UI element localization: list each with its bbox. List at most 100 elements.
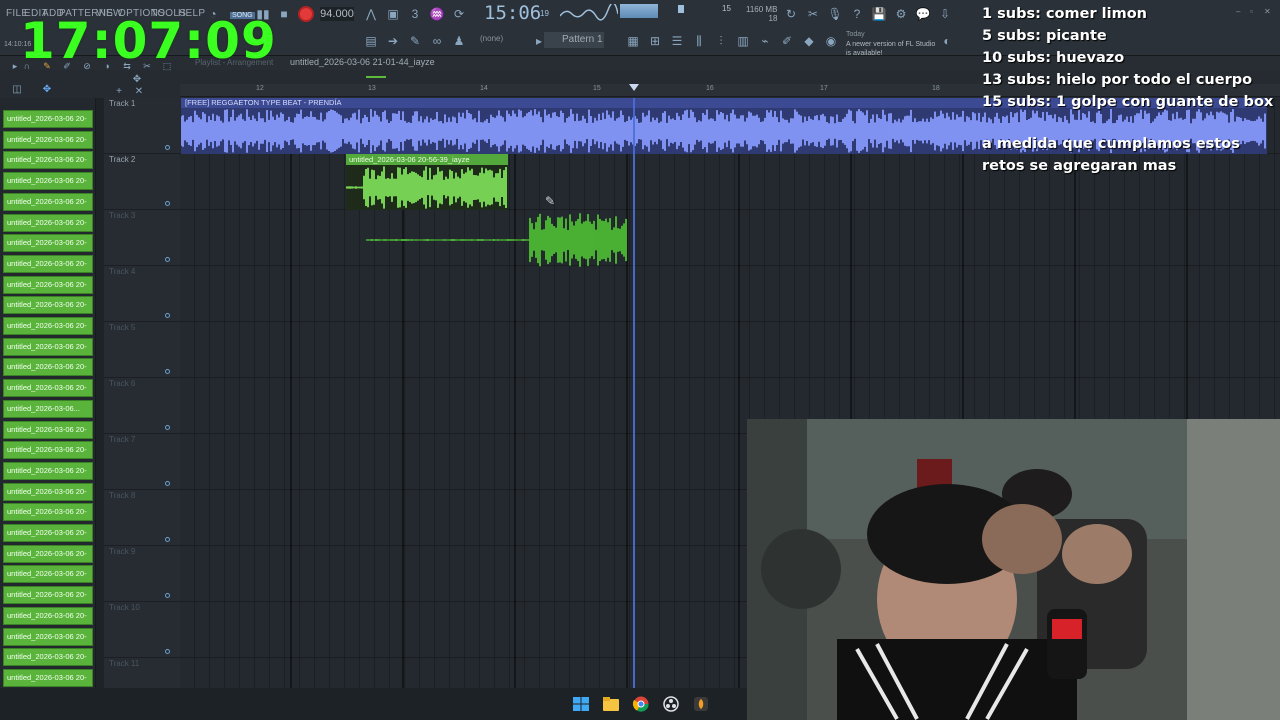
track-header[interactable]: Track 8: [104, 490, 180, 546]
track-mute-led[interactable]: [165, 257, 170, 262]
track-header[interactable]: Track 5: [104, 322, 180, 378]
loop-record-icon[interactable]: ⟳: [450, 6, 468, 22]
picker-audio-icon[interactable]: ◫: [8, 82, 26, 98]
link-icon[interactable]: ∞: [428, 33, 446, 49]
pattern-select[interactable]: Pattern 1: [544, 32, 604, 48]
picker-item[interactable]: untitled_2026-03-06 20-: [3, 379, 93, 398]
playhead[interactable]: [633, 98, 635, 688]
chrome-icon[interactable]: [632, 696, 650, 712]
obs-icon[interactable]: [662, 696, 680, 712]
countdown-icon[interactable]: 3: [406, 6, 424, 22]
picker-item[interactable]: untitled_2026-03-06 20-: [3, 627, 93, 646]
record-button[interactable]: [298, 6, 314, 22]
picker-item[interactable]: untitled_2026-03-06 20-: [3, 503, 93, 522]
picker-item[interactable]: untitled_2026-03-06 20-: [3, 275, 93, 294]
picker-item[interactable]: untitled_2026-03-06 20-: [3, 565, 93, 584]
track-mute-led[interactable]: [165, 481, 170, 486]
wait-input-icon[interactable]: ▣: [384, 6, 402, 22]
mixer-cut-icon[interactable]: ✂: [804, 6, 822, 22]
snap-select[interactable]: (none): [480, 34, 503, 43]
audio-clip-vocal-2[interactable]: [365, 212, 628, 268]
picker-item[interactable]: untitled_2026-03-06 20-: [3, 337, 93, 356]
master-volume-icon[interactable]: [678, 5, 684, 13]
track-mute-led[interactable]: [165, 313, 170, 318]
playlist-icon[interactable]: ▦: [624, 33, 642, 49]
metronome-icon[interactable]: ⋀: [362, 6, 380, 22]
scroll-overview[interactable]: [366, 76, 386, 78]
track-mute-led[interactable]: [165, 537, 170, 542]
picker-item[interactable]: untitled_2026-03-06 20-: [3, 213, 93, 232]
picker-item[interactable]: untitled_2026-03-06 20-: [3, 648, 93, 667]
picker-item[interactable]: untitled_2026-03-06 20-: [3, 544, 93, 563]
picker-item[interactable]: untitled_2026-03-06 20-: [3, 420, 93, 439]
track-header[interactable]: Track 6: [104, 378, 180, 434]
picker-item[interactable]: untitled_2026-03-06 20-: [3, 606, 93, 625]
track-mute-led[interactable]: [165, 649, 170, 654]
picker-item[interactable]: untitled_2026-03-06 20-: [3, 234, 93, 253]
download-icon[interactable]: ⇩: [936, 6, 954, 22]
picker-item[interactable]: untitled_2026-03-06 20-: [3, 668, 93, 687]
tempo-tap-icon[interactable]: ⫶: [712, 33, 730, 49]
track-header[interactable]: Track 9: [104, 546, 180, 602]
picker-item[interactable]: untitled_2026-03-06 20-: [3, 151, 93, 170]
track-header[interactable]: Track 10: [104, 602, 180, 658]
plugin-icon[interactable]: ⚙: [892, 6, 910, 22]
picker-item[interactable]: untitled_2026-03-06 20-: [3, 524, 93, 542]
track-header[interactable]: Track 4: [104, 266, 180, 322]
chat-icon[interactable]: 💬: [914, 6, 932, 22]
picker-pattern-icon[interactable]: ✥: [38, 82, 56, 98]
track-header[interactable]: Track 2: [104, 154, 180, 210]
track-label: Track 6: [109, 379, 136, 388]
track-label: Track 2: [109, 155, 136, 164]
track-mute-led[interactable]: [165, 425, 170, 430]
track-header[interactable]: Track 1: [104, 98, 180, 154]
picker-scrollbar[interactable]: [96, 98, 104, 688]
save-icon[interactable]: 💾: [870, 6, 888, 22]
stamp-icon[interactable]: ♟: [450, 33, 468, 49]
track-mute-led[interactable]: [165, 145, 170, 150]
undo-history-icon[interactable]: ↻: [782, 6, 800, 22]
mixer-icon[interactable]: ☰: [668, 33, 686, 49]
windows-start-icon[interactable]: [572, 696, 590, 712]
picker-item[interactable]: untitled_2026-03-06 20-: [3, 441, 93, 460]
fl-studio-icon[interactable]: [692, 696, 710, 712]
track-mute-led[interactable]: [165, 201, 170, 206]
track-mute-led[interactable]: [165, 593, 170, 598]
mute-tool-icon[interactable]: ◆: [800, 33, 818, 49]
track-header[interactable]: Track 7: [104, 434, 180, 490]
piano-roll-icon[interactable]: ▤: [362, 33, 380, 49]
stop-square-icon[interactable]: ■: [275, 6, 293, 22]
playhead-marker[interactable]: [629, 84, 639, 91]
track-header[interactable]: Track 3: [104, 210, 180, 266]
picker-item[interactable]: untitled_2026-03-06 20-: [3, 192, 93, 211]
picker-item[interactable]: untitled_2026-03-06 20-: [3, 296, 93, 315]
picker-item[interactable]: untitled_2026-03-06 20-: [3, 358, 93, 377]
picker-item[interactable]: untitled_2026-03-06 20-: [3, 130, 93, 149]
song-position-display[interactable]: 15:06: [484, 2, 541, 24]
pencil-icon[interactable]: ✎: [406, 33, 424, 49]
faders-icon[interactable]: ⫼: [690, 33, 708, 49]
help-icon[interactable]: ?: [848, 6, 866, 22]
arrow-right-icon[interactable]: ➔: [384, 33, 402, 49]
channel-rack-icon[interactable]: ⊞: [646, 33, 664, 49]
picker-item[interactable]: untitled_2026-03-06 20-: [3, 317, 93, 335]
picker-item[interactable]: untitled_2026-03-06 20-: [3, 172, 93, 191]
file-explorer-icon[interactable]: [602, 696, 620, 712]
audio-clip-vocal[interactable]: untitled_2026-03-06 20-56-39_iayze: [346, 154, 508, 210]
track-mute-led[interactable]: [165, 369, 170, 374]
picker-item[interactable]: untitled_2026-03-06 20-: [3, 482, 93, 501]
picker-item[interactable]: untitled_2026-03-06 20-: [3, 110, 93, 128]
brush-icon[interactable]: ✐: [778, 33, 796, 49]
browser-icon[interactable]: ▥: [734, 33, 752, 49]
picker-item[interactable]: untitled_2026-03-06 20-: [3, 254, 93, 273]
user-icon[interactable]: ◉: [822, 33, 840, 49]
picker-item[interactable]: untitled_2026-03-06...: [3, 399, 93, 418]
news-globe-icon[interactable]: ◐: [938, 33, 956, 49]
step-edit-icon[interactable]: ♒: [428, 6, 446, 22]
oscilloscope-monitor: [560, 4, 618, 21]
microphone-icon[interactable]: 🎙: [826, 6, 844, 22]
plug-icon[interactable]: ⌁: [756, 33, 774, 49]
tempo-display[interactable]: 94.000: [320, 7, 354, 21]
picker-item[interactable]: untitled_2026-03-06 20-: [3, 461, 93, 480]
picker-item[interactable]: untitled_2026-03-06 20-: [3, 586, 93, 605]
